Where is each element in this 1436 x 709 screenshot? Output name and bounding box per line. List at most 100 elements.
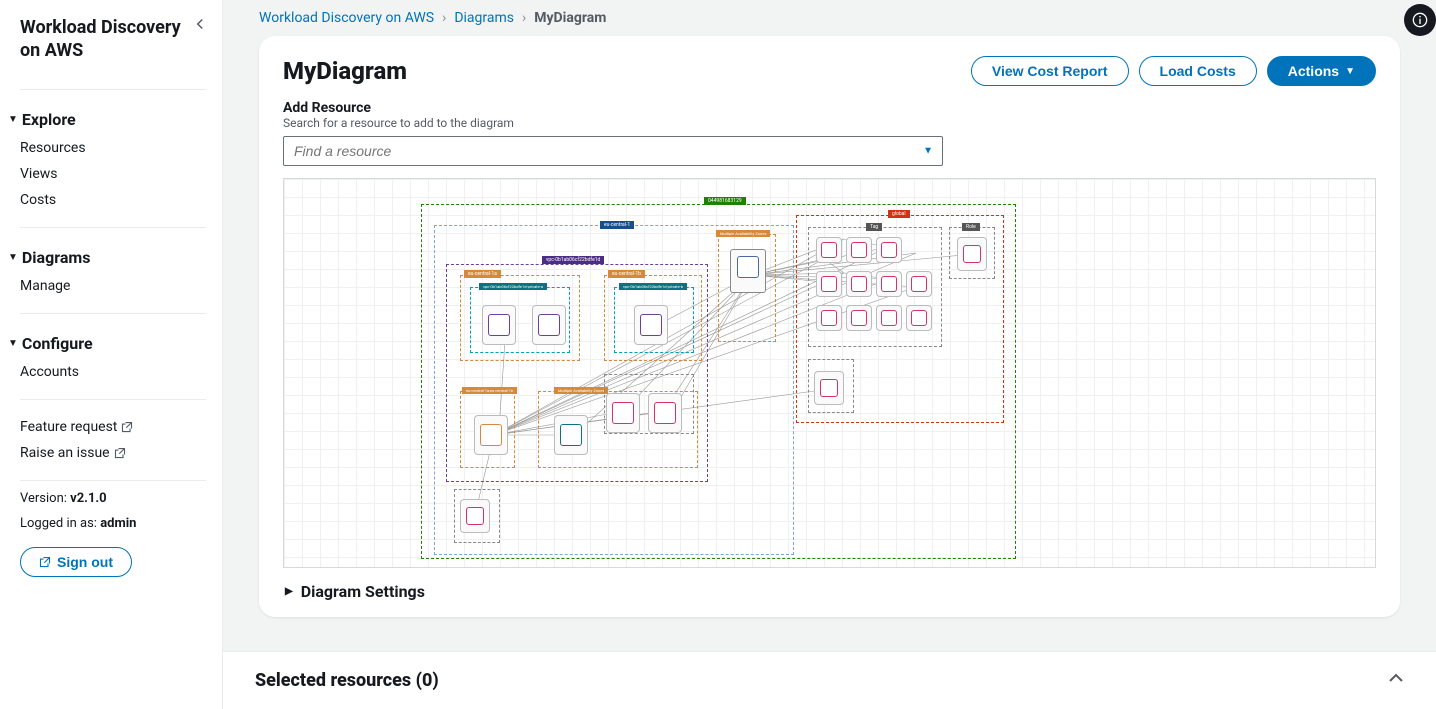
- az2-label: eu-central-1b: [608, 270, 645, 278]
- divider: [20, 480, 206, 481]
- resource-node[interactable]: [816, 271, 842, 297]
- sidebar-item-costs[interactable]: Costs: [0, 187, 222, 213]
- divider: [20, 227, 206, 228]
- breadcrumb-item[interactable]: Workload Discovery on AWS: [259, 10, 434, 26]
- external-link-icon: [121, 421, 133, 433]
- add-resource-section: Add Resource Search for a resource to ad…: [283, 100, 1376, 166]
- external-link-icon: [39, 556, 51, 568]
- caret-down-icon: ▼: [1345, 66, 1355, 77]
- selected-resources-bar: Selected resources (0): [223, 651, 1436, 709]
- divider: [20, 89, 206, 90]
- breadcrumb-current: MyDiagram: [534, 10, 606, 26]
- resource-node[interactable]: [482, 305, 516, 345]
- resource-search-input[interactable]: [283, 136, 943, 166]
- divider: [20, 399, 206, 400]
- sidebar-item-resources[interactable]: Resources: [0, 135, 222, 161]
- sidebar-item-views[interactable]: Views: [0, 161, 222, 187]
- actions-label: Actions: [1288, 63, 1339, 79]
- resource-node[interactable]: [906, 305, 932, 331]
- sign-out-button[interactable]: Sign out: [20, 547, 132, 577]
- logged-in-prefix: Logged in as:: [20, 516, 100, 531]
- view-cost-report-button[interactable]: View Cost Report: [971, 56, 1129, 86]
- resource-node[interactable]: [957, 237, 987, 271]
- load-costs-button[interactable]: Load Costs: [1139, 56, 1257, 86]
- selected-resources-title: Selected resources (0): [255, 670, 439, 691]
- link-label: Raise an issue: [20, 445, 110, 461]
- divider: [20, 313, 206, 314]
- resource-node[interactable]: [460, 499, 490, 533]
- external-link-icon: [114, 447, 126, 459]
- add-resource-description: Search for a resource to add to the diag…: [283, 116, 1376, 130]
- resource-node[interactable]: [846, 271, 872, 297]
- nav-section-label: Diagrams: [22, 248, 91, 267]
- resource-node[interactable]: [634, 305, 668, 345]
- resource-node[interactable]: [876, 305, 902, 331]
- diagram-settings-toggle[interactable]: ▶ Diagram Settings: [283, 582, 1376, 601]
- nav-header-configure[interactable]: ▼ Configure: [0, 328, 222, 359]
- resource-node[interactable]: [906, 271, 932, 297]
- help-button[interactable]: [1404, 4, 1436, 36]
- resource-node[interactable]: [876, 271, 902, 297]
- subnet1-label: vpc-0b1ab06cf22bdfe1d-private-a: [479, 283, 547, 290]
- resource-node[interactable]: [814, 371, 844, 405]
- logged-in-user: admin: [100, 516, 136, 531]
- expand-panel-icon[interactable]: [1388, 670, 1404, 691]
- caret-right-icon: ▶: [285, 586, 293, 597]
- az-combined-label: eu-central-1a,eu-central-1b: [462, 387, 517, 394]
- region-label: eu-central-1: [600, 221, 634, 229]
- multi-az-label: Multiple Availability Zones: [554, 387, 608, 394]
- resource-node[interactable]: [816, 305, 842, 331]
- nav-section-label: Configure: [22, 334, 93, 353]
- resource-node[interactable]: [816, 237, 842, 263]
- add-resource-label: Add Resource: [283, 100, 1376, 116]
- main-content: Workload Discovery on AWS › Diagrams › M…: [223, 0, 1436, 709]
- az1-label: eu-central-1a: [464, 270, 501, 278]
- multi-az-outer-label: Multiple Availability Zones: [716, 230, 770, 237]
- logged-in-info: Logged in as: admin: [20, 516, 206, 531]
- chevron-right-icon: ›: [522, 10, 526, 26]
- vpc-label: vpc-0b1ab06cf22bdfe1d: [542, 256, 604, 264]
- sidebar: Workload Discovery on AWS ▼ Explore Reso…: [0, 0, 223, 709]
- nav-section-links: Feature request Raise an issue: [0, 410, 222, 470]
- panel-actions: View Cost Report Load Costs Actions ▼: [971, 56, 1376, 86]
- tag-label: Tag: [866, 223, 882, 231]
- eks-cluster-node[interactable]: [730, 249, 766, 293]
- security-group[interactable]: [604, 374, 694, 434]
- sidebar-footer: Version: v2.1.0 Logged in as: admin Sign…: [0, 491, 222, 577]
- version-info: Version: v2.1.0: [20, 491, 206, 506]
- version-value: v2.1.0: [70, 491, 107, 506]
- resource-node[interactable]: [554, 415, 588, 455]
- actions-dropdown-button[interactable]: Actions ▼: [1267, 56, 1376, 86]
- resource-node[interactable]: [532, 305, 566, 345]
- resource-node[interactable]: [876, 237, 902, 263]
- sidebar-item-manage[interactable]: Manage: [0, 273, 222, 299]
- nav-section-configure: ▼ Configure Accounts: [0, 324, 222, 389]
- caret-down-icon: ▼: [8, 338, 18, 349]
- page-title: MyDiagram: [283, 57, 407, 85]
- diagram-panel: MyDiagram View Cost Report Load Costs Ac…: [259, 36, 1400, 617]
- account-label: 044981683129: [704, 197, 746, 205]
- resource-node[interactable]: [846, 305, 872, 331]
- collapse-sidebar-icon[interactable]: [194, 16, 206, 34]
- link-label: Feature request: [20, 419, 117, 435]
- nav-section-label: Explore: [22, 110, 76, 129]
- global-label: global: [888, 210, 910, 218]
- nav-header-diagrams[interactable]: ▼ Diagrams: [0, 242, 222, 273]
- diagram-canvas[interactable]: 044981683129 eu-central-1 vpc-0b1ab06cf2…: [283, 178, 1376, 568]
- chevron-right-icon: ›: [442, 10, 446, 26]
- nav-header-explore[interactable]: ▼ Explore: [0, 104, 222, 135]
- breadcrumb: Workload Discovery on AWS › Diagrams › M…: [247, 0, 1412, 36]
- sidebar-item-accounts[interactable]: Accounts: [0, 359, 222, 385]
- resource-node[interactable]: [474, 415, 508, 455]
- sidebar-link-feature-request[interactable]: Feature request: [0, 414, 222, 440]
- subnet2-label: vpc-0b1ab06cf22bdfe1d-private-b: [619, 283, 687, 290]
- version-prefix: Version:: [20, 491, 70, 506]
- breadcrumb-item[interactable]: Diagrams: [454, 10, 514, 26]
- nav-section-explore: ▼ Explore Resources Views Costs: [0, 100, 222, 217]
- nav-section-diagrams: ▼ Diagrams Manage: [0, 238, 222, 303]
- caret-down-icon: ▼: [8, 252, 18, 263]
- sidebar-link-raise-issue[interactable]: Raise an issue: [0, 440, 222, 466]
- role-label: Role: [962, 223, 980, 231]
- resource-search: ▼: [283, 136, 943, 166]
- resource-node[interactable]: [846, 237, 872, 263]
